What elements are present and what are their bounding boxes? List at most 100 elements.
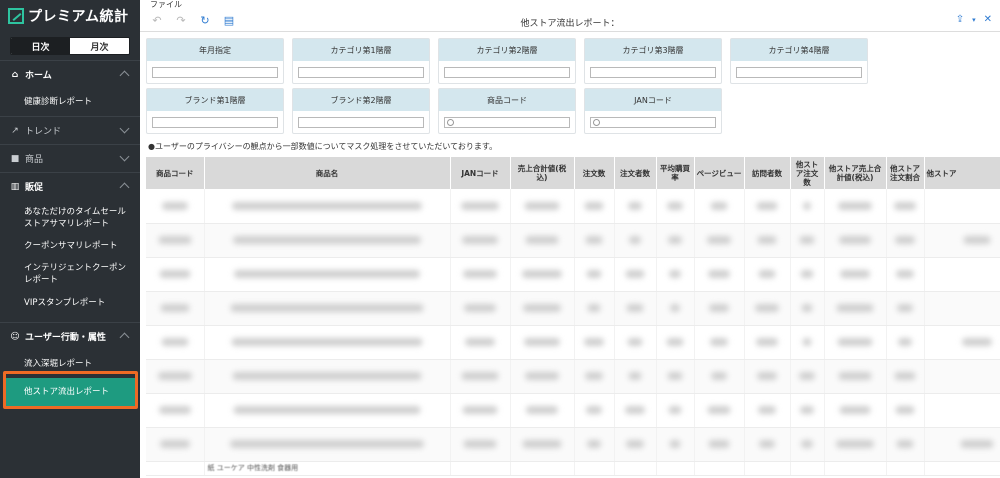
table-cell [614,291,657,326]
col-header[interactable]: 商品名 [204,157,451,189]
col-header[interactable]: 他ストア注文割合 [886,157,925,189]
col-header[interactable]: 訪問者数 [744,157,791,189]
table-row[interactable] [146,189,1000,224]
table-cell [204,325,451,360]
table-cell [146,427,205,462]
table-cell [450,325,511,360]
table-cell [744,325,791,360]
table-row[interactable] [146,427,1000,462]
trend-icon: ↗ [11,125,19,136]
sidebar-item-vip[interactable]: VIPスタンプレポート [0,292,140,314]
col-header[interactable]: 売上合計値(税込) [510,157,575,189]
table-cell [694,189,745,224]
table-row[interactable] [146,393,1000,428]
col-header[interactable]: 注文数 [574,157,615,189]
col-header[interactable]: ページビュー [694,157,745,189]
col-header[interactable]: 他ストア [924,157,1000,189]
masked-value [667,201,683,210]
col-header[interactable]: 平均購買率 [656,157,695,189]
menu-file[interactable]: ファイル [150,0,182,9]
filter-year-month-input[interactable] [152,67,278,78]
table-cell [824,427,887,462]
filter-category-2-input[interactable] [444,67,570,78]
masked-value [836,304,874,312]
sidebar-item-label: クーポンサマリレポート [24,241,118,251]
table-cell [924,291,1000,326]
table-row[interactable] [146,223,1000,258]
filter-category-1-input[interactable] [298,67,424,78]
masked-value [461,201,499,210]
sidebar-section-home[interactable]: ⌂ ホーム [0,60,140,88]
table-cell [574,223,615,258]
logo[interactable]: プレミアム統計 [0,0,140,32]
filter-category-3-input[interactable] [590,67,716,78]
period-daily-button[interactable]: 日次 [11,38,70,54]
table-cell [924,393,1000,428]
col-header[interactable]: 他ストア注文数 [790,157,825,189]
table-row[interactable] [146,257,1000,292]
filter-category-2: カテゴリ第2階層 [438,38,576,84]
table-cell [694,325,745,360]
period-monthly-button[interactable]: 月次 [70,38,129,54]
masked-value [525,236,559,244]
filter-category-4-input[interactable] [736,67,862,78]
sidebar-item-inflow[interactable]: 流入深堀レポート [0,350,140,378]
table-cell: 紙 ユーケア 中性洗剤 食器用 [204,461,451,476]
close-icon[interactable]: ✕ [984,14,992,25]
table-cell [694,291,745,326]
sidebar-section-trend[interactable]: ↗ トレンド [0,116,140,144]
filter-brand-2-input[interactable] [298,117,424,128]
col-header[interactable]: 商品コード [146,157,205,189]
sidebar-item-label: 他ストア流出レポート [24,387,110,397]
masked-value [756,201,778,210]
table-cell [450,393,511,428]
sidebar-item-timesale[interactable]: あなただけのタイムセールストアサマリレポート [0,200,140,236]
sidebar-item-outflow[interactable]: 他ストア流出レポート [3,378,137,406]
filter-category-1: カテゴリ第1階層 [292,38,430,84]
report-table[interactable]: 商品コード 商品名 JANコード 売上合計値(税込) 注文数 注文者数 平均購買… [146,157,1000,478]
filter-product-code-input[interactable] [444,117,570,128]
masked-value [586,270,602,278]
table-cell [694,223,745,258]
table-cell [510,393,575,428]
table-row[interactable] [146,291,1000,326]
table-row[interactable] [146,325,1000,360]
masked-value [711,372,727,380]
sidebar-section-label: トレンド [25,127,62,137]
table-cell [790,257,825,292]
table-cell [790,393,825,428]
share-icon[interactable]: ⇪ [956,14,964,25]
col-header[interactable]: JANコード [450,157,511,189]
table-cell [824,359,887,394]
table-cell [510,223,575,258]
sidebar-section-products[interactable]: ■ 商品 [0,144,140,172]
col-header[interactable]: 注文者数 [614,157,657,189]
table-header-row: 商品コード 商品名 JANコード 売上合計値(税込) 注文数 注文者数 平均購買… [146,157,1000,189]
filter-label: カテゴリ第4階層 [731,39,867,61]
masked-value [896,270,914,278]
sidebar-item-label: あなただけのタイムセールストアサマリレポート [24,207,126,229]
masked-value [462,236,498,244]
logo-mark-icon [8,8,24,24]
sidebar-item-health[interactable]: 健康診断レポート [0,88,140,116]
masked-value [837,338,873,346]
sidebar-section-user[interactable]: ☺ ユーザー行動・属性 [0,322,140,350]
table-row[interactable] [146,359,1000,394]
masked-value [161,338,189,346]
chevron-down-icon[interactable]: ▾ [972,16,976,24]
table-cell [574,257,615,292]
table-cell [924,257,1000,292]
masked-value [233,406,421,414]
table-cell [146,223,205,258]
period-toggle: 日次 月次 [10,37,130,55]
sidebar-item-coupon[interactable]: クーポンサマリレポート [0,236,140,256]
masked-value [838,372,872,380]
sidebar-item-intelligent-coupon[interactable]: インテリジェントクーポンレポート [0,256,140,292]
masked-value [759,440,775,448]
filter-jan-code-input[interactable] [590,117,716,128]
sidebar-section-promo[interactable]: ▥ 販促 [0,172,140,200]
col-header[interactable]: 他ストア売上合計値(税込) [824,157,887,189]
filter-brand-1-input[interactable] [152,117,278,128]
table-row[interactable]: 紙 ユーケア 中性洗剤 食器用 [146,461,1000,476]
menu-bar: ファイル [140,0,1000,10]
